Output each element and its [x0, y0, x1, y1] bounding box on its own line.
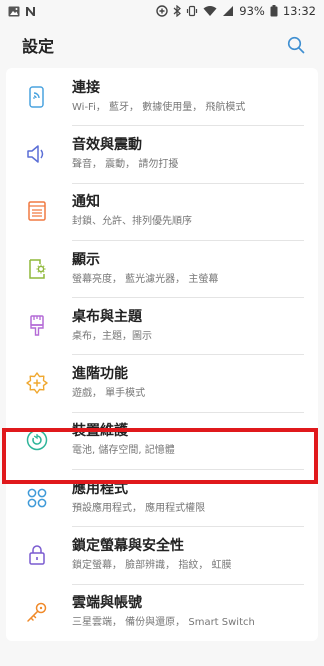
settings-item-device-maintenance[interactable]: 裝置維護電池, 儲存空間, 記憶體	[6, 411, 318, 469]
search-button[interactable]	[284, 33, 308, 57]
status-bar: 93% 13:32	[0, 0, 324, 22]
settings-item-title: 連接	[72, 79, 100, 96]
vibrate-icon	[186, 5, 198, 17]
search-icon	[287, 36, 305, 54]
data-saver-icon	[156, 5, 168, 17]
settings-item-advanced-features[interactable]: 進階功能遊戲， 單手模式	[6, 354, 318, 411]
settings-item-apps[interactable]: 應用程式預設應用程式， 應用程式權限	[6, 469, 318, 526]
settings-item-subtitle: 桌布，主題，圖示	[72, 330, 152, 342]
settings-item-title: 顯示	[72, 251, 100, 268]
settings-item-title: 鎖定螢幕與安全性	[72, 538, 184, 555]
settings-item-wallpaper-themes[interactable]: 桌布與主題桌布，主題，圖示	[6, 297, 318, 354]
gallery-notification-icon	[8, 6, 20, 17]
settings-item-text: 裝置維護電池, 儲存空間, 記憶體	[72, 422, 175, 458]
settings-item-display[interactable]: 顯示螢幕亮度， 藍光濾光器， 主螢幕	[6, 239, 318, 297]
settings-item-title: 進階功能	[72, 366, 128, 383]
settings-item-title: 雲端與帳號	[72, 595, 142, 612]
wallpaper-themes-icon	[22, 311, 52, 341]
settings-item-text: 進階功能遊戲， 單手模式	[72, 365, 145, 401]
connections-icon	[22, 82, 52, 112]
settings-item-title: 裝置維護	[72, 423, 128, 440]
settings-item-subtitle: 遊戲， 單手模式	[72, 388, 146, 400]
bluetooth-icon	[173, 5, 182, 17]
settings-item-subtitle: 電池, 儲存空間, 記憶體	[72, 445, 175, 457]
settings-item-text: 應用程式預設應用程式， 應用程式權限	[72, 480, 205, 516]
advanced-features-icon	[22, 368, 52, 398]
settings-item-text: 雲端與帳號三星雲端， 備份與還原， Smart Switch	[72, 594, 255, 630]
settings-item-title: 應用程式	[72, 480, 128, 497]
n-notification-icon	[25, 6, 36, 17]
settings-item-text: 音效與震動聲音， 震動， 請勿打擾	[72, 136, 178, 172]
app-header: 設定	[0, 22, 324, 68]
battery-percent: 93%	[239, 4, 265, 18]
notifications-icon	[22, 196, 52, 226]
settings-item-subtitle: 預設應用程式， 應用程式權限	[72, 502, 206, 514]
settings-item-title: 桌布與主題	[72, 308, 142, 325]
settings-item-title: 音效與震動	[72, 136, 142, 153]
battery-icon	[270, 5, 278, 17]
settings-item-subtitle: 封鎖、允許、排列優先順序	[72, 216, 192, 228]
settings-item-text: 桌布與主題桌布，主題，圖示	[72, 308, 152, 344]
lock-screen-icon	[22, 540, 52, 570]
settings-item-cloud-accounts[interactable]: 雲端與帳號三星雲端， 備份與還原， Smart Switch	[6, 583, 318, 641]
settings-item-text: 顯示螢幕亮度， 藍光濾光器， 主螢幕	[72, 251, 218, 287]
settings-item-subtitle: 鎖定螢幕， 臉部辨識， 指紋， 虹膜	[72, 560, 232, 572]
settings-item-sound[interactable]: 音效與震動聲音， 震動， 請勿打擾	[6, 125, 318, 182]
settings-item-subtitle: 聲音， 震動， 請勿打擾	[72, 158, 179, 170]
wifi-icon	[203, 5, 217, 17]
status-right: 93% 13:32	[156, 4, 316, 18]
clock: 13:32	[282, 4, 316, 18]
settings-item-connections[interactable]: 連接 Wi-Fi， 藍牙， 數據使用量， 飛航模式	[6, 68, 318, 125]
settings-list: 連接 Wi-Fi， 藍牙， 數據使用量， 飛航模式音效與震動聲音， 震動， 請勿打…	[6, 68, 318, 641]
page-title: 設定	[22, 37, 55, 56]
settings-item-title: 通知	[72, 194, 100, 211]
cloud-accounts-icon	[22, 597, 52, 627]
settings-item-text: 連接 Wi-Fi， 藍牙， 數據使用量， 飛航模式	[72, 79, 245, 115]
settings-item-notifications[interactable]: 通知封鎖、允許、排列優先順序	[6, 182, 318, 240]
signal-icon	[222, 5, 234, 17]
apps-icon	[22, 483, 52, 513]
sound-icon	[22, 139, 52, 169]
device-maintenance-icon	[22, 425, 52, 455]
settings-item-subtitle: 三星雲端， 備份與還原， Smart Switch	[72, 617, 255, 629]
settings-item-subtitle: Wi-Fi， 藍牙， 數據使用量， 飛航模式	[72, 101, 246, 113]
settings-item-text: 鎖定螢幕與安全性鎖定螢幕， 臉部辨識， 指紋， 虹膜	[72, 537, 232, 573]
display-icon	[22, 254, 52, 284]
settings-item-lock-screen[interactable]: 鎖定螢幕與安全性鎖定螢幕， 臉部辨識， 指紋， 虹膜	[6, 526, 318, 583]
settings-item-text: 通知封鎖、允許、排列優先順序	[72, 193, 192, 229]
settings-item-subtitle: 螢幕亮度， 藍光濾光器， 主螢幕	[72, 273, 219, 285]
status-left	[8, 6, 36, 17]
